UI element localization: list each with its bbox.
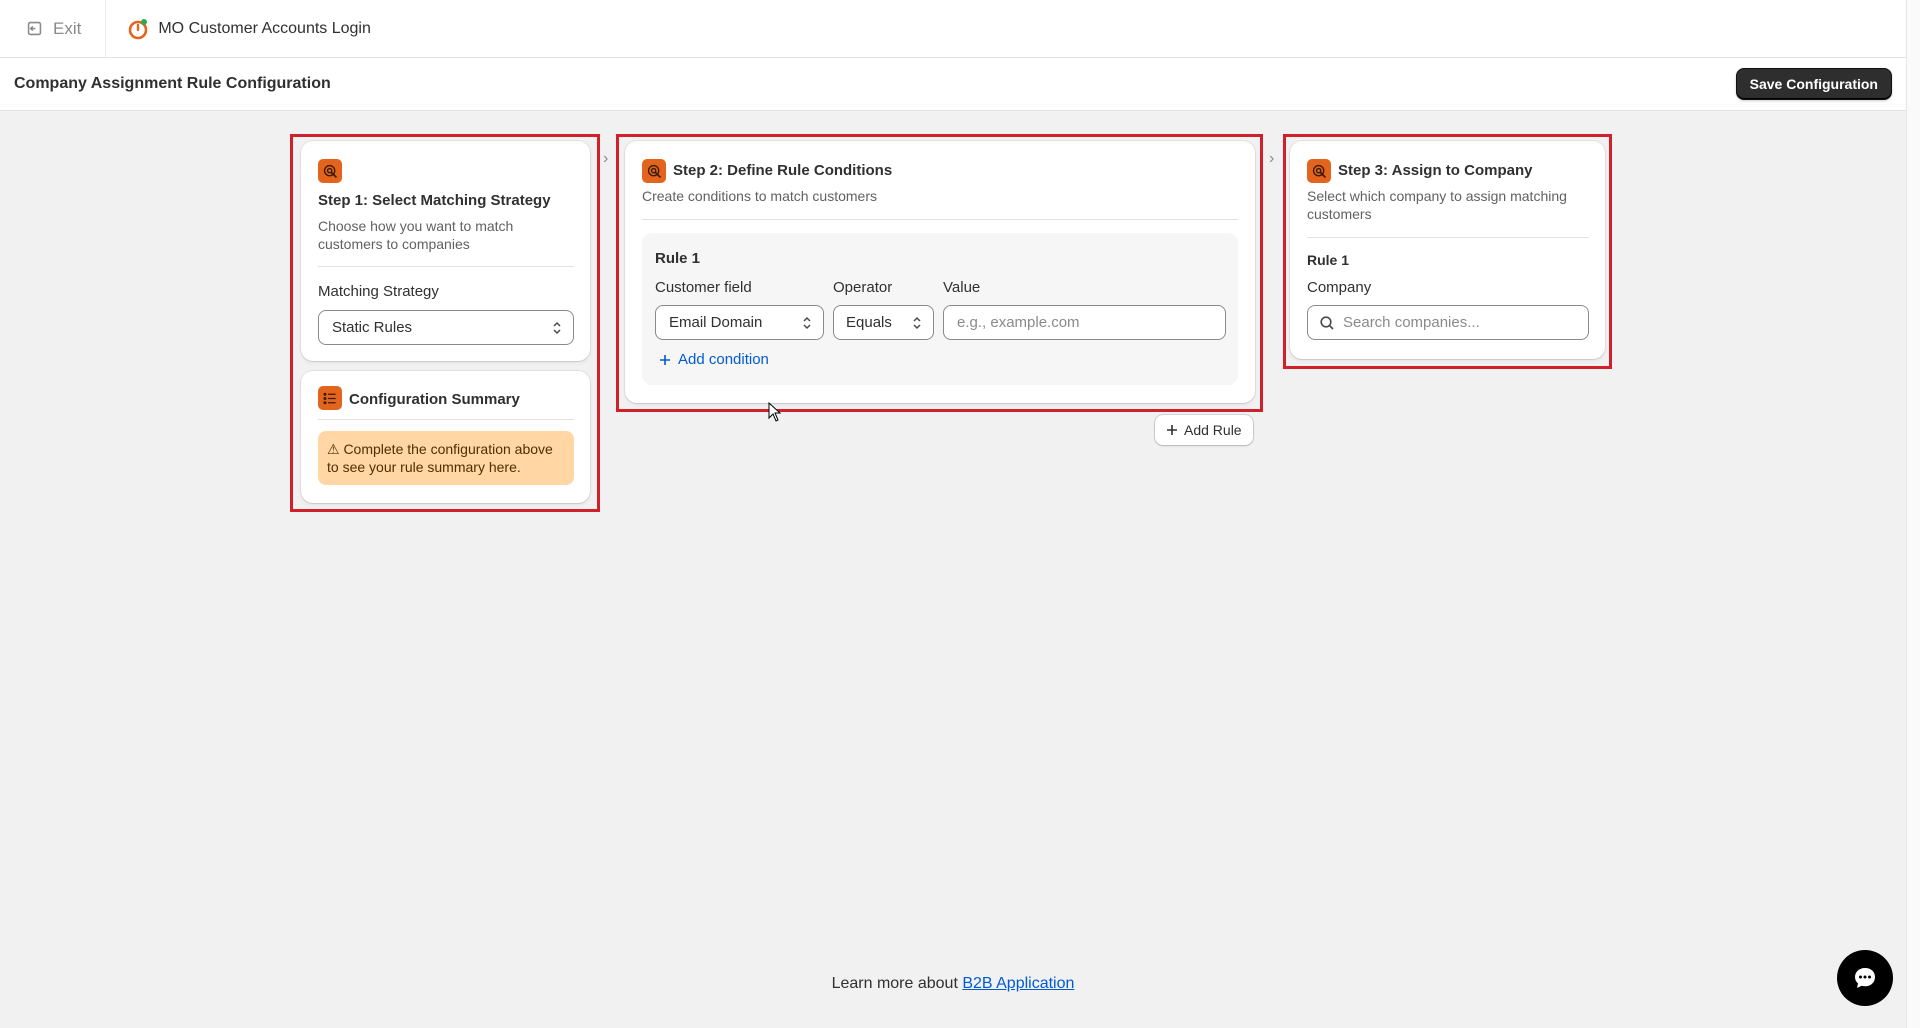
step1-title: Step 1: Select Matching Strategy [318, 192, 551, 209]
value-input[interactable]: e.g., example.com [943, 305, 1226, 340]
app-logo-icon [129, 18, 148, 39]
value-label: Value [943, 279, 981, 296]
step3-divider [1307, 237, 1589, 238]
value-input-placeholder: e.g., example.com [957, 314, 1080, 331]
customer-field-label: Customer field [655, 279, 752, 296]
select-chevron-icon [803, 316, 811, 330]
rule-1-title: Rule 1 [655, 250, 701, 267]
customer-field-value: Email Domain [669, 314, 763, 331]
chat-button[interactable] [1837, 950, 1893, 1006]
step-separator-chevron-icon: › [603, 150, 609, 167]
company-search-input[interactable]: Search companies... [1307, 305, 1589, 340]
customer-field-select[interactable]: Email Domain [655, 305, 824, 340]
step3-card: Step 3: Assign to Company Select which c… [1290, 141, 1605, 359]
step2-title: Step 2: Define Rule Conditions [673, 162, 893, 179]
step3-rule-title: Rule 1 [1307, 252, 1350, 268]
add-rule-label: Add Rule [1184, 422, 1242, 438]
step3-description: Select which company to assign matching … [1307, 188, 1567, 222]
step1-icon [318, 159, 342, 183]
step3-icon [1307, 159, 1331, 183]
matching-strategy-value: Static Rules [332, 319, 413, 336]
target-cursor-icon [647, 164, 661, 178]
matching-strategy-label: Matching Strategy [318, 283, 439, 300]
app-title: MO Customer Accounts Login [106, 17, 371, 41]
step1-card: Step 1: Select Matching Strategy Choose … [301, 141, 590, 361]
company-search-placeholder: Search companies... [1343, 314, 1480, 331]
matching-strategy-select[interactable]: Static Rules [318, 310, 574, 345]
target-cursor-icon [1312, 164, 1326, 178]
operator-value: Equals [846, 314, 892, 331]
summary-title: Configuration Summary [349, 391, 520, 408]
step1-description: Choose how you want to match customers t… [318, 218, 514, 252]
add-rule-button[interactable]: Add Rule [1155, 415, 1253, 445]
search-icon [1320, 315, 1334, 330]
step2-description: Create conditions to match customers [642, 188, 877, 204]
page-title: Company Assignment Rule Configuration [14, 75, 331, 92]
save-configuration-button[interactable]: Save Configuration [1735, 68, 1892, 100]
chat-icon [1855, 968, 1875, 988]
company-label: Company [1307, 279, 1372, 296]
configuration-summary-card: Configuration Summary ⚠ Complete the con… [301, 371, 590, 503]
target-cursor-icon [323, 164, 337, 178]
step2-icon [642, 159, 666, 183]
step1-divider [318, 266, 574, 267]
operator-label: Operator [833, 279, 893, 296]
step2-card: Step 2: Define Rule Conditions Create co… [625, 141, 1255, 403]
footer-text: Learn more about [831, 975, 963, 992]
list-icon [322, 392, 336, 404]
summary-warning: ⚠ Complete the configuration above to se… [318, 431, 574, 485]
add-condition-link[interactable]: Add condition [659, 351, 769, 368]
plus-icon [660, 354, 670, 365]
rule-1-box: Rule 1 Customer field Operator Value Ema… [642, 233, 1238, 385]
step3-title: Step 3: Assign to Company [1338, 162, 1533, 179]
add-condition-label: Add condition [678, 351, 769, 368]
exit-button[interactable]: Exit [0, 0, 107, 57]
step2-divider [642, 219, 1238, 220]
footer: Learn more about B2B Application [0, 975, 1906, 993]
page-header: Company Assignment Rule Configuration Sa… [0, 58, 1906, 111]
exit-label: Exit [53, 18, 82, 38]
summary-divider [318, 419, 574, 420]
select-chevron-icon [913, 316, 921, 330]
app-name: MO Customer Accounts Login [158, 19, 371, 37]
select-chevron-icon [553, 321, 561, 335]
operator-select[interactable]: Equals [833, 305, 934, 340]
top-bar: Exit MO Customer Accounts Login [0, 0, 1906, 58]
vertical-scrollbar[interactable] [1906, 0, 1920, 1028]
plus-icon [1167, 425, 1177, 435]
summary-icon [318, 386, 342, 410]
exit-icon [27, 21, 42, 36]
b2b-application-link[interactable]: B2B Application [962, 975, 1074, 992]
mouse-cursor-icon [768, 402, 782, 422]
step-separator-chevron-icon: › [1269, 150, 1275, 167]
